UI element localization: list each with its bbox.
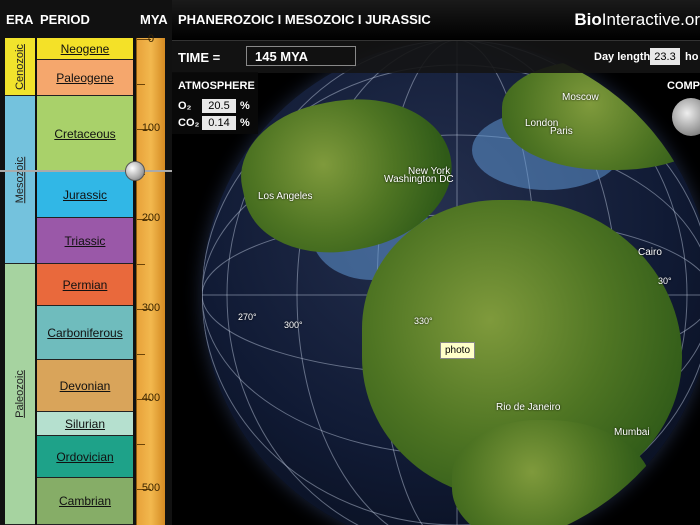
o2-value: 20.5 (202, 99, 236, 113)
ruler-tick (137, 264, 145, 265)
day-length-value: 23.3 (650, 48, 680, 65)
ruler-label: 100 (141, 122, 161, 134)
period-label: Ordovician (56, 449, 114, 464)
co2-value: 0.14 (202, 116, 236, 130)
ruler-label: 300 (141, 302, 161, 314)
co2-unit: % (240, 117, 250, 129)
o2-label: O₂ (178, 100, 192, 112)
era-paleozoic[interactable]: Paleozoic (5, 264, 35, 525)
period-ordovician[interactable]: Ordovician (37, 436, 133, 478)
ruler-label: 200 (141, 212, 161, 224)
biointeractive-logo[interactable]: BioInteractive.or (574, 10, 700, 30)
time-value-field[interactable]: 145 MYA (246, 46, 356, 66)
longitude-label: 30° (658, 276, 672, 286)
city-label: Paris (550, 126, 573, 137)
period-silurian[interactable]: Silurian (37, 412, 133, 436)
day-length-label: Day length (594, 51, 651, 63)
era-paleozoic-label: Paleozoic (14, 370, 27, 418)
period-header: PERIOD (40, 11, 90, 27)
period-label: Silurian (64, 416, 106, 431)
day-length-unit: ho (685, 51, 699, 63)
globe[interactable]: Moscow London Paris New York Washington … (202, 40, 700, 525)
period-label: Cambrian (58, 494, 112, 508)
logo-text: Interactive.or (601, 10, 700, 29)
europe-landmass (502, 60, 700, 170)
period-label: Permian (62, 277, 108, 292)
top-bar: PHANEROZOIC I MESOZOIC I JURASSIC BioInt… (172, 0, 700, 40)
page-title: PHANEROZOIC I MESOZOIC I JURASSIC (178, 12, 431, 27)
period-neogene[interactable]: Neogene (37, 38, 133, 60)
ruler-tick (137, 444, 145, 445)
period-carboniferous[interactable]: Carboniferous (37, 306, 133, 360)
ruler-label: 400 (141, 392, 161, 404)
era-header: ERA (6, 11, 34, 27)
period-label: Devonian (59, 378, 111, 393)
era-mesozoic[interactable]: Mesozoic (5, 96, 35, 264)
time-slider-line[interactable] (0, 170, 172, 172)
timeline-panel: ERA PERIOD MYA Cenozoic Mesozoic Paleozo… (0, 0, 172, 525)
mya-ruler[interactable]: 0 100 200 300 400 500 (136, 33, 165, 525)
period-label: Carboniferous (47, 325, 123, 340)
period-jurassic[interactable]: Jurassic (37, 172, 133, 218)
compass-label: COMP (667, 80, 700, 92)
period-devonian[interactable]: Devonian (37, 360, 133, 412)
photo-tag[interactable]: photo (440, 342, 476, 359)
ruler-label: 500 (141, 482, 161, 494)
period-label: Triassic (64, 233, 106, 248)
city-label: Moscow (562, 92, 599, 103)
city-label: Rio de Janeiro (496, 402, 561, 413)
period-label: Cretaceous (54, 126, 116, 141)
period-label: Jurassic (62, 187, 107, 202)
o2-unit: % (240, 100, 250, 112)
ruler-tick (137, 354, 145, 355)
period-label: Paleogene (56, 70, 114, 85)
period-permian[interactable]: Permian (37, 264, 133, 306)
period-paleogene[interactable]: Paleogene (37, 60, 133, 96)
atmosphere-title: ATMOSPHERE (178, 80, 255, 92)
era-cenozoic-label: Cenozoic (14, 43, 27, 90)
longitude-label: 270° (238, 312, 257, 322)
city-label: Washington DC (384, 174, 454, 185)
period-triassic[interactable]: Triassic (37, 218, 133, 264)
period-cretaceous[interactable]: Cretaceous (37, 96, 133, 172)
co2-label: CO₂ (178, 117, 200, 129)
period-label: Neogene (60, 41, 110, 56)
period-cambrian[interactable]: Cambrian (37, 478, 133, 525)
longitude-label: 300° (284, 320, 303, 330)
globe-view: Moscow London Paris New York Washington … (172, 0, 700, 525)
time-bar: TIME = 145 MYA Day length 23.3 ho (172, 40, 700, 73)
city-label: Los Angeles (258, 191, 313, 202)
time-slider-handle[interactable] (125, 161, 145, 181)
atmosphere-panel: ATMOSPHERE O₂ 20.5 % CO₂ 0.14 % (172, 72, 258, 134)
era-cenozoic[interactable]: Cenozoic (5, 38, 35, 96)
city-label: Cairo (638, 247, 662, 258)
city-label: Mumbai (614, 427, 650, 438)
era-mesozoic-label: Mesozoic (14, 156, 26, 203)
logo-bold-text: Bio (574, 10, 602, 29)
ruler-tick (137, 84, 145, 85)
ruler-label: 0 (147, 33, 155, 45)
time-label: TIME = (178, 50, 221, 65)
longitude-label: 330° (414, 316, 433, 326)
